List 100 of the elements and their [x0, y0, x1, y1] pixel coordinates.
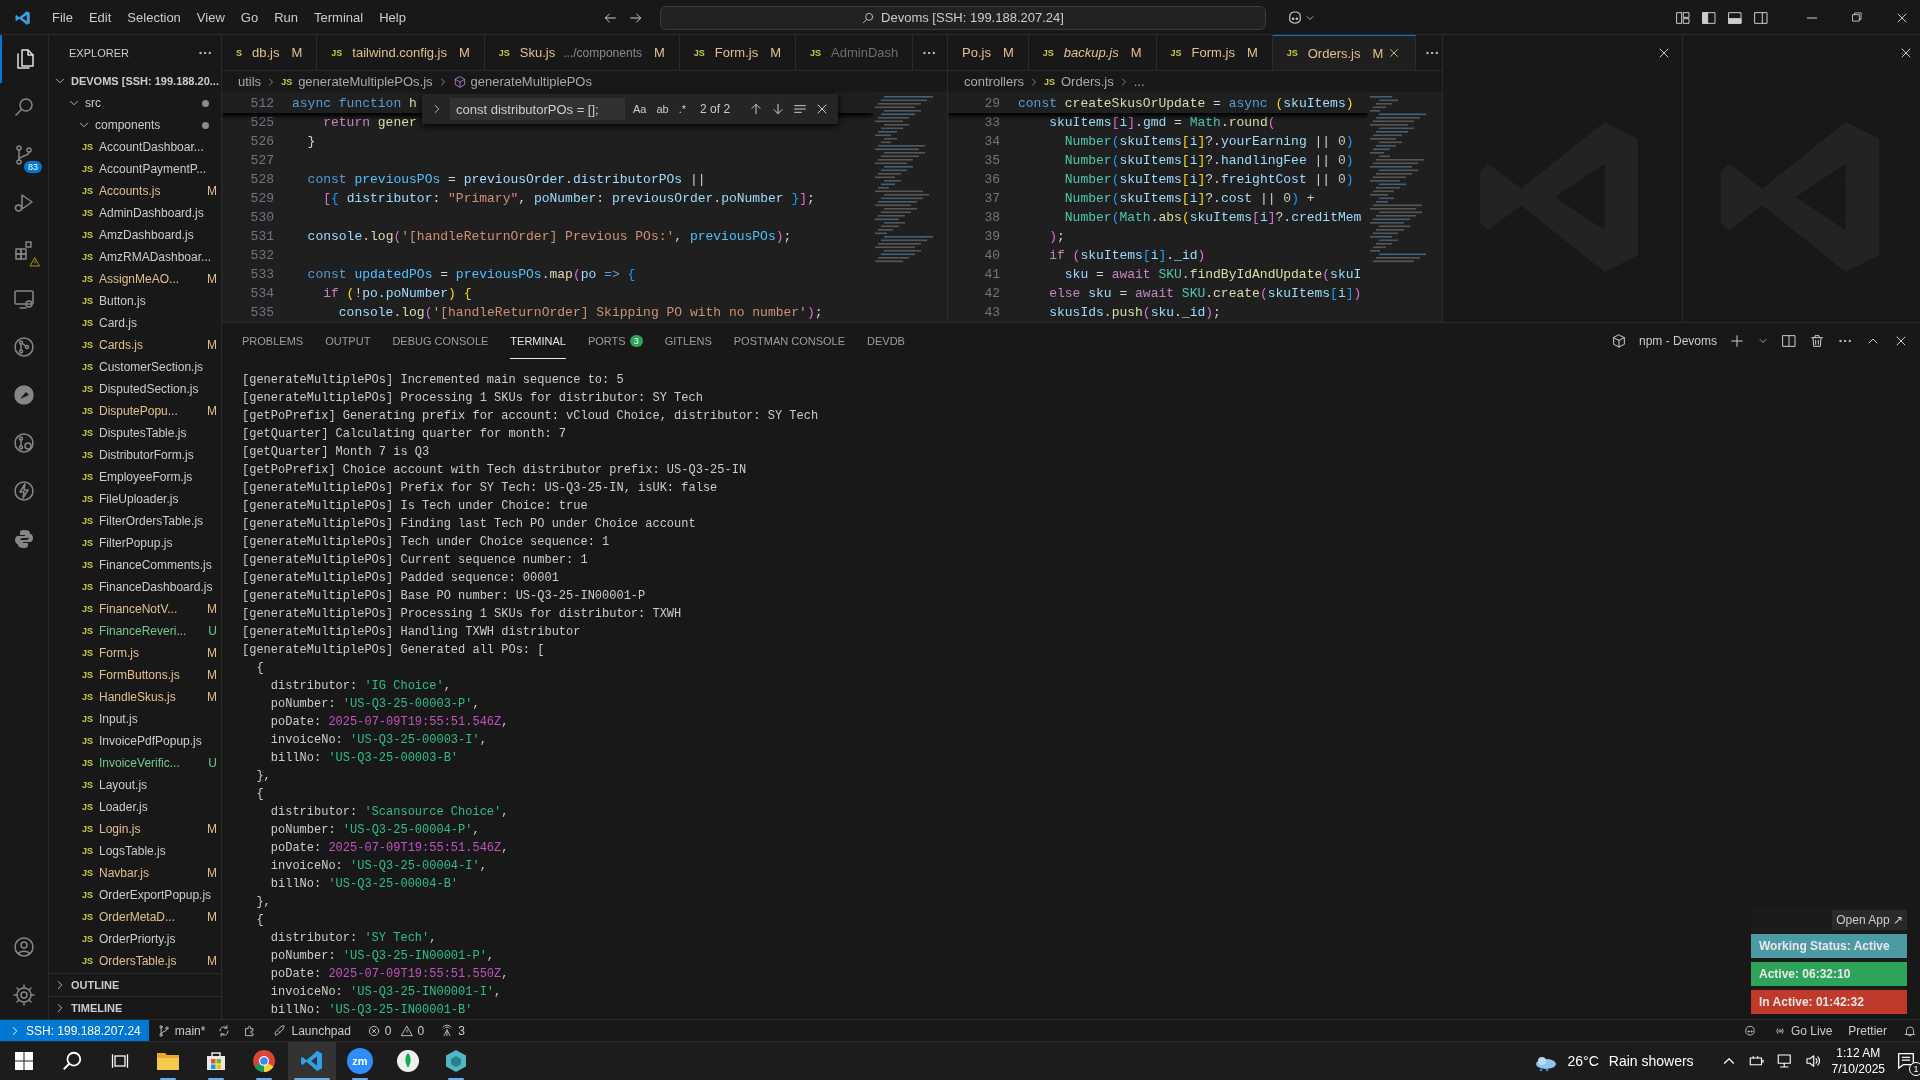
file-name[interactable]: Cards.js	[99, 338, 144, 352]
error-count[interactable]: 0	[358, 1020, 392, 1041]
section-header[interactable]: OUTLINE	[71, 979, 120, 991]
file-name[interactable]: InvoicePdfPopup.js	[99, 734, 202, 748]
python-icon[interactable]	[12, 527, 36, 551]
branch-history-icon[interactable]	[12, 431, 36, 455]
sync-icon[interactable]	[217, 1023, 232, 1038]
file-name[interactable]: AmzDashboard.js	[99, 228, 194, 242]
panel-tab[interactable]: DEVDB	[867, 323, 905, 359]
file-name[interactable]: OrdersTable.js	[99, 954, 177, 968]
panel-tab[interactable]: TERMINAL	[510, 323, 566, 359]
run-debug-icon[interactable]	[12, 191, 36, 215]
open-app-button[interactable]: Open App ↗	[1832, 910, 1907, 930]
file-name[interactable]: Layout.js	[99, 778, 148, 792]
weather-condition[interactable]: Rain showers	[1608, 1053, 1694, 1069]
editor-tab[interactable]: JS backup.js M	[1028, 35, 1157, 71]
find-option-toggle[interactable]: ab	[654, 103, 671, 115]
find-option-toggle[interactable]: Aa	[631, 103, 649, 115]
menu-item[interactable]: Edit	[80, 6, 120, 29]
folder-label[interactable]: src	[85, 96, 101, 110]
file-name[interactable]: FilterPopup.js	[99, 536, 173, 550]
file-name[interactable]: Navbar.js	[99, 866, 150, 880]
editor-tab[interactable]: JS tailwind.config.js M	[317, 35, 485, 71]
file-name[interactable]: LogsTable.js	[99, 844, 166, 858]
file-name[interactable]: AssignMeAO...	[99, 272, 180, 286]
file-name[interactable]: AdminDashboard.js	[99, 206, 204, 220]
editor-tab[interactable]: JS AdminDash	[796, 35, 914, 71]
menu-item[interactable]: Help	[371, 6, 414, 29]
toggle-sidebar-icon[interactable]	[1701, 9, 1717, 26]
volume-icon[interactable]	[1803, 1052, 1822, 1070]
panel-tab[interactable]: GITLENS	[664, 323, 712, 359]
file-name[interactable]: Loader.js	[99, 800, 148, 814]
task-view-icon[interactable]	[110, 1051, 130, 1071]
breadcrumb[interactable]: generateMultiplePOs.js	[298, 74, 433, 90]
breadcrumb[interactable]: utils	[238, 74, 262, 90]
find-input[interactable]: const distributorPOs = [];	[450, 98, 625, 120]
launchpad-item[interactable]: Launchpad	[265, 1020, 359, 1041]
settings-icon[interactable]	[12, 983, 36, 1007]
layout-icon[interactable]	[1675, 9, 1691, 26]
store-icon[interactable]	[205, 1050, 227, 1072]
file-name[interactable]: AccountPaymentP...	[99, 162, 207, 176]
command-center[interactable]: Devoms [SSH: 199.188.207.24]	[659, 5, 1266, 30]
ports-count[interactable]: 3	[432, 1020, 473, 1041]
network-icon[interactable]	[1775, 1052, 1794, 1070]
workspace-name[interactable]: DEVOMS [SSH: 199.188.20...	[71, 75, 219, 87]
file-name[interactable]: Login.js	[99, 822, 141, 836]
folder-icon[interactable]	[156, 1050, 180, 1072]
menu-item[interactable]: Selection	[119, 6, 189, 29]
file-name[interactable]: OrderMetaD...	[99, 910, 176, 924]
menu-item[interactable]: Go	[232, 6, 267, 29]
file-name[interactable]: Form.js	[99, 646, 139, 660]
menu-item[interactable]: View	[188, 6, 233, 29]
find-option-toggle[interactable]: .*	[676, 103, 689, 115]
toggle-panel-icon[interactable]	[1727, 9, 1743, 26]
browser-icon[interactable]	[252, 1049, 276, 1073]
editor-tab[interactable]: S db.js M	[222, 35, 318, 71]
file-name[interactable]: Button.js	[99, 294, 146, 308]
new-terminal-icon[interactable]	[1729, 333, 1745, 349]
file-name[interactable]: CustomerSection.js	[99, 360, 204, 374]
editor-tab[interactable]: JS Form.js M	[679, 35, 797, 71]
panel-tab[interactable]: POSTMAN CONSOLE	[733, 323, 845, 359]
split-icon[interactable]	[1781, 333, 1797, 349]
file-name[interactable]: Card.js	[99, 316, 138, 330]
editor-tab[interactable]: JS Sku.js .../components M	[484, 35, 680, 71]
editor-tab[interactable]: JS Form.js M	[1156, 35, 1273, 71]
hexagon-app-icon[interactable]	[444, 1049, 468, 1073]
bell-icon[interactable]	[1903, 1023, 1917, 1038]
copilot-icon[interactable]	[1742, 1023, 1757, 1038]
file-name[interactable]: DisputePopu...	[99, 404, 178, 418]
file-name[interactable]: Accounts.js	[99, 184, 161, 198]
file-name[interactable]: FinanceReveri...	[99, 624, 187, 638]
remote-explorer-icon[interactable]	[12, 287, 36, 311]
file-name[interactable]: DisputesTable.js	[99, 426, 187, 440]
menu-item[interactable]: Run	[266, 6, 306, 29]
next-match-icon[interactable]	[770, 101, 786, 117]
file-name[interactable]: FinanceComments.js	[99, 558, 212, 572]
breadcrumb[interactable]: ...	[1133, 74, 1145, 90]
panel-tab[interactable]: OUTPUT	[325, 323, 371, 359]
file-name[interactable]: FormButtons.js	[99, 668, 180, 682]
section-header[interactable]: TIMELINE	[71, 1002, 123, 1014]
file-name[interactable]: AmzRMADashboar...	[99, 250, 212, 264]
toggle-secondary-sidebar-icon[interactable]	[1753, 9, 1769, 26]
prettier-item[interactable]: Prettier	[1840, 1020, 1895, 1041]
branch-indicator[interactable]: main*	[148, 1020, 214, 1041]
search-icon[interactable]	[61, 1050, 83, 1072]
editor-tab[interactable]: Po.js M	[948, 35, 1029, 71]
file-name[interactable]: OrderExportPopup.js	[99, 888, 212, 902]
file-name[interactable]: AccountDashboar...	[99, 140, 204, 154]
panel-tab[interactable]: PORTS 3	[587, 323, 643, 359]
temperature[interactable]: 26°C	[1567, 1053, 1599, 1069]
file-name[interactable]: FilterOrdersTable.js	[99, 514, 204, 528]
account-icon[interactable]	[12, 935, 36, 959]
clock[interactable]: 1:12 AM 7/10/2025	[1831, 1045, 1885, 1077]
terminal-name[interactable]: npm - Devoms	[1638, 334, 1717, 348]
file-name[interactable]: Input.js	[99, 712, 138, 726]
folder-label[interactable]: components	[95, 118, 161, 132]
file-name[interactable]: DistributorForm.js	[99, 448, 194, 462]
breadcrumb[interactable]: generateMultiplePOs	[470, 74, 592, 90]
file-name[interactable]: HandleSkus.js	[99, 690, 176, 704]
menu-item[interactable]: File	[44, 6, 81, 29]
